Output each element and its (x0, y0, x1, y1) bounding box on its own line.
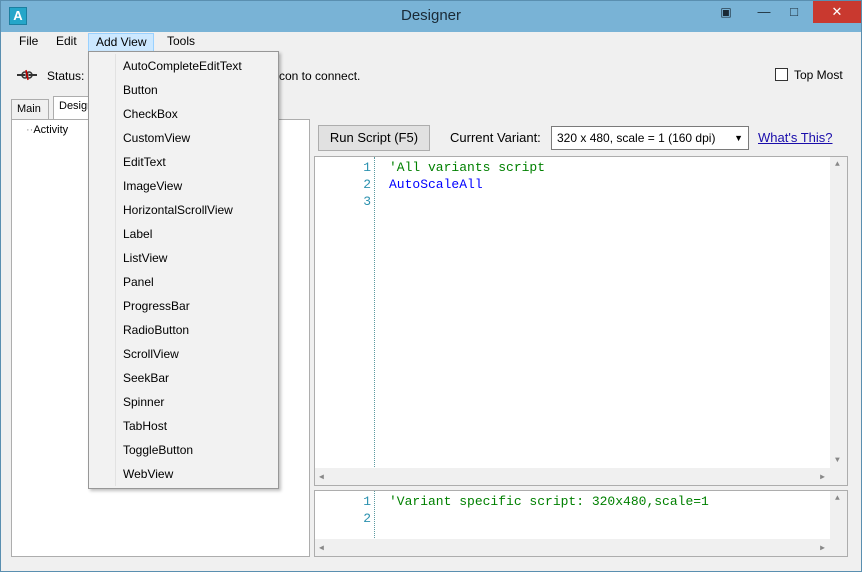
menu-item-listview[interactable]: ListView (91, 246, 276, 270)
menu-item-scrollview[interactable]: ScrollView (91, 342, 276, 366)
script-toolbar: Run Script (F5) Current Variant: 320 x 4… (314, 123, 848, 153)
menu-item-progressbar[interactable]: ProgressBar (91, 294, 276, 318)
menu-item-imageview[interactable]: ImageView (91, 174, 276, 198)
minimize-button[interactable]: — (749, 1, 779, 23)
connection-icon (17, 69, 37, 81)
menu-item-horizontalscrollview[interactable]: HorizontalScrollView (91, 198, 276, 222)
status-text: con to connect. (279, 69, 361, 83)
vertical-scrollbar[interactable]: ▲ (830, 491, 847, 539)
menu-bar: File Edit Add View Tools (1, 32, 861, 52)
line-number: 2 (363, 511, 371, 526)
scroll-right-icon[interactable]: ▶ (820, 543, 825, 553)
top-most-checkbox[interactable] (775, 68, 788, 81)
tree-item-activity[interactable]: ··Activity (26, 124, 68, 136)
status-label: Status: (47, 69, 85, 83)
whats-this-link[interactable]: What's This? (758, 130, 833, 145)
scroll-left-icon[interactable]: ◀ (319, 543, 324, 553)
close-button[interactable]: ✕ (813, 1, 861, 23)
variant-select[interactable]: 320 x 480, scale = 1 (160 dpi) ▼ (551, 126, 749, 150)
menu-item-spinner[interactable]: Spinner (91, 390, 276, 414)
line-number: 1 (363, 494, 371, 509)
menu-item-customview[interactable]: CustomView (91, 126, 276, 150)
tab-design[interactable]: Design (53, 96, 89, 119)
scroll-down-icon[interactable]: ▼ (835, 456, 840, 465)
menu-item-button[interactable]: Button (91, 78, 276, 102)
horizontal-scrollbar[interactable]: ◀ ▶ (315, 539, 847, 556)
line-number: 1 (363, 160, 371, 175)
menu-item-togglebutton[interactable]: ToggleButton (91, 438, 276, 462)
tab-main[interactable]: Main (11, 99, 49, 119)
menu-add-view[interactable]: Add View (88, 33, 155, 52)
all-variants-script-editor[interactable]: 1 2 3 'All variants script AutoScaleAll … (314, 156, 848, 486)
code-line: AutoScaleAll (389, 177, 483, 192)
menu-item-seekbar[interactable]: SeekBar (91, 366, 276, 390)
menu-item-radiobutton[interactable]: RadioButton (91, 318, 276, 342)
current-variant-label: Current Variant: (450, 130, 541, 145)
add-view-dropdown-menu: AutoCompleteEditText Button CheckBox Cus… (88, 51, 279, 489)
scroll-up-icon[interactable]: ▲ (835, 160, 840, 169)
horizontal-scrollbar[interactable]: ◀ ▶ (315, 468, 847, 485)
maximize-button[interactable]: □ (779, 1, 809, 23)
menu-edit[interactable]: Edit (49, 33, 84, 52)
menu-item-edittext[interactable]: EditText (91, 150, 276, 174)
gutter-separator (374, 157, 375, 485)
menu-item-label[interactable]: Label (91, 222, 276, 246)
top-most-label[interactable]: Top Most (794, 68, 843, 82)
code-line: 'Variant specific script: 320x480,scale=… (389, 494, 709, 509)
vertical-scrollbar[interactable]: ▲ ▼ (830, 157, 847, 468)
menu-item-autocompleteedittext[interactable]: AutoCompleteEditText (91, 54, 276, 78)
code-line: 'All variants script (389, 160, 546, 175)
line-number: 3 (363, 194, 371, 209)
tree-item-label: Activity (33, 124, 69, 136)
title-bar[interactable]: A Designer ▣ — □ ✕ (1, 1, 861, 32)
menu-item-webview[interactable]: WebView (91, 462, 276, 486)
designer-window: A Designer ▣ — □ ✕ File Edit Add View To… (0, 0, 862, 572)
menu-item-panel[interactable]: Panel (91, 270, 276, 294)
menu-tools[interactable]: Tools (160, 33, 202, 52)
scroll-up-icon[interactable]: ▲ (835, 494, 840, 503)
menu-item-checkbox[interactable]: CheckBox (91, 102, 276, 126)
scroll-right-icon[interactable]: ▶ (820, 472, 825, 482)
run-script-button[interactable]: Run Script (F5) (318, 125, 430, 151)
scroll-left-icon[interactable]: ◀ (319, 472, 324, 482)
line-number: 2 (363, 177, 371, 192)
menu-item-tabhost[interactable]: TabHost (91, 414, 276, 438)
menu-file[interactable]: File (12, 33, 45, 52)
chevron-down-icon: ▼ (734, 133, 743, 143)
variant-select-value: 320 x 480, scale = 1 (160 dpi) (557, 131, 716, 145)
variant-script-editor[interactable]: 1 2 'Variant specific script: 320x480,sc… (314, 490, 848, 557)
window-layout-icon[interactable]: ▣ (711, 1, 741, 23)
